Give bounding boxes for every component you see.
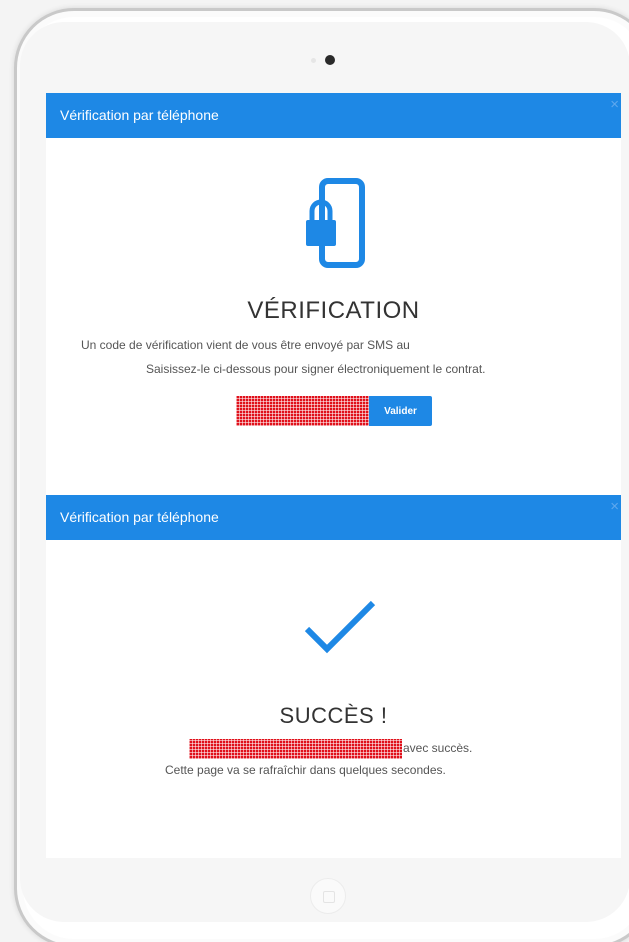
close-icon[interactable]: × xyxy=(610,499,619,514)
success-message-suffix: avec succès. xyxy=(403,741,473,755)
verification-code-input[interactable] xyxy=(236,396,369,426)
home-button[interactable] xyxy=(310,878,346,914)
instructions-text: Saisissez-le ci-dessous pour signer élec… xyxy=(146,362,486,376)
success-message: avec succès. xyxy=(189,738,472,759)
validate-button[interactable]: Valider xyxy=(369,396,432,426)
modal-header: Vérification par téléphone × xyxy=(46,495,621,540)
success-title: SUCCÈS ! xyxy=(279,703,388,728)
redacted-text xyxy=(189,738,402,759)
success-modal: Vérification par téléphone × SUCCÈS ! av… xyxy=(46,495,621,858)
close-icon[interactable]: × xyxy=(610,97,619,112)
verification-modal: Vérification par téléphone × VÉRIFICATIO… xyxy=(46,93,621,493)
tablet-screen: Vérification par téléphone × VÉRIFICATIO… xyxy=(46,93,621,858)
refresh-notice: Cette page va se rafraîchir dans quelque… xyxy=(165,763,446,777)
phone-lock-icon xyxy=(306,178,365,268)
light-sensor xyxy=(311,58,316,63)
page: Vérification par téléphone × VÉRIFICATIO… xyxy=(0,0,629,942)
modal-header-title: Vérification par téléphone xyxy=(60,107,219,123)
front-camera-icon xyxy=(325,55,335,65)
verification-title: VÉRIFICATION xyxy=(247,297,420,324)
modal-header-title: Vérification par téléphone xyxy=(60,509,219,525)
modal-header: Vérification par téléphone × xyxy=(46,93,621,138)
sms-sent-text: Un code de vérification vient de vous êt… xyxy=(81,338,410,352)
checkmark-icon xyxy=(304,600,376,654)
